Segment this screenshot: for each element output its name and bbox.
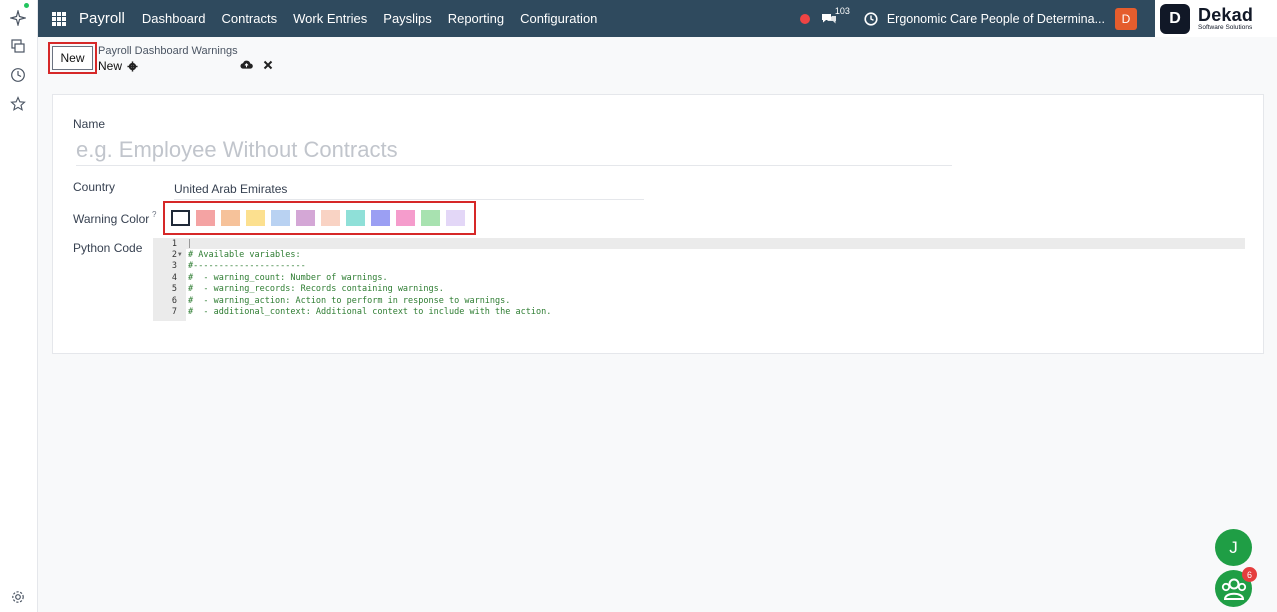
- line-number: 6: [171, 296, 177, 306]
- left-rail: [0, 0, 38, 612]
- menu-configuration[interactable]: Configuration: [520, 11, 597, 26]
- color-swatch-2[interactable]: [221, 210, 240, 226]
- logo-name: Dekad: [1198, 4, 1254, 25]
- country-label: Country: [73, 180, 116, 194]
- help-tooltip-icon[interactable]: ?: [152, 210, 156, 219]
- line-number: 4: [171, 273, 177, 283]
- color-swatch-8[interactable]: [371, 210, 390, 226]
- star-icon[interactable]: [9, 95, 27, 113]
- line-number: 7: [171, 307, 177, 317]
- color-swatch-3[interactable]: [246, 210, 265, 226]
- settings-gear-icon[interactable]: [9, 588, 27, 606]
- name-input[interactable]: [76, 134, 952, 166]
- color-swatch-6[interactable]: [321, 210, 340, 226]
- top-navbar: Payroll Dashboard Contracts Work Entries…: [38, 0, 1277, 37]
- menu-dashboard[interactable]: Dashboard: [142, 11, 206, 26]
- menu-work-entries[interactable]: Work Entries: [293, 11, 367, 26]
- code-line: #----------------------: [188, 261, 306, 271]
- control-panel: New Payroll Dashboard Warnings New: [38, 37, 1277, 80]
- code-line: # - warning_action: Action to perform in…: [188, 296, 511, 306]
- active-line-highlight: [186, 238, 1245, 249]
- text-cursor: [189, 239, 190, 248]
- logo-mark: D: [1160, 3, 1190, 34]
- new-button[interactable]: New: [52, 46, 93, 70]
- country-field[interactable]: United Arab Emirates: [174, 182, 644, 200]
- breadcrumb-current: New: [98, 59, 138, 73]
- new-button-highlight: New: [48, 42, 97, 74]
- menu-reporting[interactable]: Reporting: [448, 11, 504, 26]
- breadcrumb-current-label: New: [98, 59, 123, 73]
- line-number: 3: [171, 261, 177, 271]
- code-line: # - additional_context: Additional conte…: [188, 307, 552, 317]
- actions-gear-icon[interactable]: [127, 60, 138, 72]
- color-swatch-0[interactable]: [171, 210, 190, 226]
- fold-arrow-icon[interactable]: ▼: [178, 251, 182, 258]
- messages-icon[interactable]: 103: [820, 6, 850, 27]
- color-swatch-4[interactable]: [271, 210, 290, 226]
- code-line: # - warning_count: Number of warnings.: [188, 273, 388, 283]
- menu-contracts[interactable]: Contracts: [221, 11, 277, 26]
- online-dot: [24, 3, 29, 8]
- activity-clock-icon[interactable]: [864, 11, 878, 26]
- line-number: 2: [171, 250, 177, 260]
- warning-color-label: Warning Color: [73, 212, 150, 226]
- documents-icon[interactable]: [9, 37, 27, 55]
- python-code-label: Python Code: [73, 241, 143, 255]
- warning-color-picker: [163, 201, 476, 235]
- dekad-logo: D Dekad Software Solutions: [1155, 0, 1277, 37]
- color-swatch-11[interactable]: [446, 210, 465, 226]
- message-count: 103: [834, 5, 850, 16]
- discard-x-icon[interactable]: [263, 60, 273, 70]
- save-cloud-icon[interactable]: [240, 59, 253, 70]
- code-line: # - warning_records: Records containing …: [188, 284, 444, 294]
- color-swatch-5[interactable]: [296, 210, 315, 226]
- logo-subtitle: Software Solutions: [1198, 23, 1253, 31]
- clock-icon[interactable]: [9, 66, 27, 84]
- color-swatch-9[interactable]: [396, 210, 415, 226]
- status-dot: [799, 13, 810, 24]
- python-code-editor[interactable]: 1 2 ▼ 3 4 5 6 7 # Available variables: #…: [153, 238, 1245, 321]
- line-number: 5: [171, 284, 177, 294]
- breadcrumb-parent[interactable]: Payroll Dashboard Warnings: [98, 45, 238, 57]
- livechat-avatar-button[interactable]: J: [1215, 529, 1252, 566]
- color-swatch-1[interactable]: [196, 210, 215, 226]
- menu-payslips[interactable]: Payslips: [383, 11, 431, 26]
- code-line: # Available variables:: [188, 250, 301, 260]
- company-switcher[interactable]: Ergonomic Care People of Determina...: [887, 12, 1105, 26]
- form-sheet: Name Country United Arab Emirates Warnin…: [52, 94, 1264, 354]
- name-label: Name: [73, 117, 106, 131]
- apps-grid-icon[interactable]: [52, 11, 66, 26]
- app-brand[interactable]: Payroll: [79, 10, 125, 27]
- notification-badge: 6: [1242, 567, 1257, 582]
- user-avatar[interactable]: D: [1115, 7, 1137, 30]
- color-swatch-7[interactable]: [346, 210, 365, 226]
- color-swatch-10[interactable]: [421, 210, 440, 226]
- sparkle-icon[interactable]: [9, 9, 27, 27]
- line-number: 1: [171, 239, 177, 249]
